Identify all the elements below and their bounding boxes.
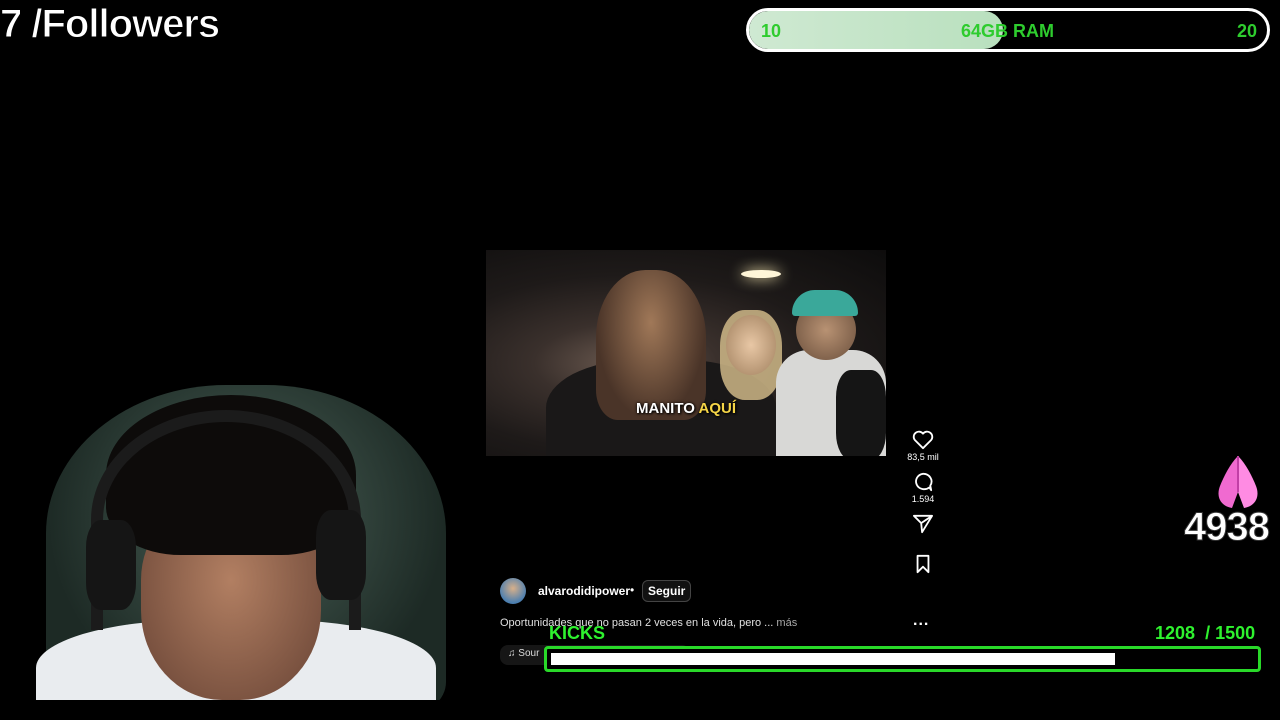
ram-progress-bar: 10 64GB RAM 20: [746, 8, 1270, 52]
sound-label: Sour: [518, 648, 540, 659]
like-count: 83,5 mil: [907, 452, 939, 462]
kicks-current: 1208: [1155, 623, 1196, 643]
ram-min-label: 10: [761, 21, 782, 41]
kicks-label: KICKS: [549, 623, 606, 643]
comment-count: 1.594: [911, 494, 935, 504]
separator-dot: •: [630, 583, 635, 597]
comment-button[interactable]: 1.594: [900, 472, 946, 504]
video-caption-text: MANITO: [636, 400, 699, 417]
send-icon: [913, 514, 933, 534]
score-counter: 4938: [1184, 505, 1270, 550]
username-link[interactable]: alvarodidipower: [538, 584, 630, 598]
more-link[interactable]: más: [776, 617, 797, 629]
music-note-icon: ♫: [508, 648, 519, 659]
post-description-text: Oportunidades que no pasan 2 veces en la…: [500, 617, 774, 629]
webcam-feed: [16, 380, 448, 700]
share-button[interactable]: [900, 514, 946, 534]
webcam-headset-left-cup: [86, 520, 136, 610]
video-scene-cap: [792, 290, 858, 316]
post-description: Oportunidades que no pasan 2 veces en la…: [500, 617, 797, 629]
kicks-count: 1208 / 1500: [1155, 623, 1255, 644]
post-actions: 83,5 mil 1.594: [900, 430, 946, 584]
video-scene-passenger-woman: [726, 315, 776, 375]
ram-center-label: 64GB RAM: [961, 21, 1055, 41]
ram-max-label: 20: [1236, 21, 1257, 41]
like-button[interactable]: 83,5 mil: [900, 430, 946, 462]
video-scene-driver: [596, 270, 706, 420]
kicks-goal: / 1500: [1205, 623, 1256, 643]
webcam-headset-right-cup: [316, 510, 366, 600]
kicks-progress-fill: [551, 653, 1116, 665]
kicks-progress-bar: [544, 646, 1261, 672]
heart-icon: [912, 430, 934, 450]
praying-hands-icon: [1218, 456, 1258, 508]
followers-goal-label: 7 /Followers: [0, 2, 221, 47]
comment-icon: [915, 472, 933, 492]
video-scene-light: [741, 270, 781, 278]
save-button[interactable]: [900, 554, 946, 574]
follow-button[interactable]: Seguir: [642, 580, 692, 602]
more-options-button[interactable]: ...: [913, 612, 929, 630]
video-caption: MANITO AQUÍ: [486, 400, 886, 417]
bookmark-icon: [916, 554, 930, 574]
avatar[interactable]: [500, 578, 526, 604]
video-caption-highlight: AQUÍ: [698, 400, 737, 417]
video-player[interactable]: MANITO AQUÍ: [486, 250, 886, 456]
